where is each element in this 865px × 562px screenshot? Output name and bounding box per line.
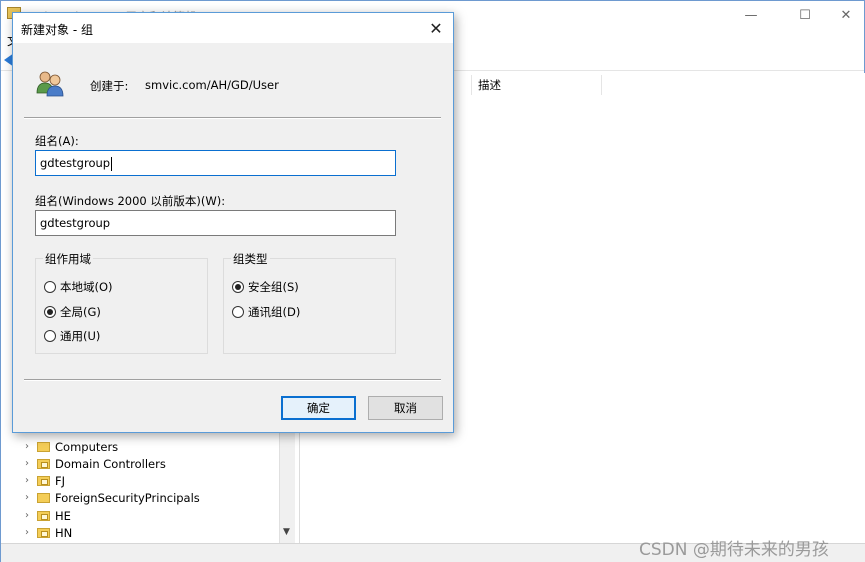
expand-chevron-icon[interactable]: › bbox=[25, 510, 37, 521]
expand-chevron-icon[interactable]: › bbox=[25, 527, 37, 538]
maximize-button[interactable]: ☐ bbox=[782, 1, 828, 29]
new-group-dialog: 新建对象 - 组 ✕ 创建于: smvic.com/AH/GD/User 组名(… bbox=[12, 12, 454, 433]
ou-folder-icon bbox=[37, 475, 50, 486]
tree-item-hn[interactable]: › HN bbox=[25, 524, 72, 541]
users-group-icon bbox=[36, 71, 64, 97]
group-type-box: 组类型 安全组(S) 通讯组(D) bbox=[223, 251, 396, 354]
tree-item-label: HN bbox=[55, 525, 73, 540]
created-in-value: smvic.com/AH/GD/User bbox=[145, 78, 279, 92]
tree-item-foreign-security-principals[interactable]: › ForeignSecurityPrincipals bbox=[25, 489, 200, 506]
cancel-button[interactable]: 取消 bbox=[368, 396, 443, 420]
radio-button[interactable] bbox=[44, 281, 56, 293]
folder-icon bbox=[37, 492, 50, 503]
tree-item-label: ForeignSecurityPrincipals bbox=[55, 490, 200, 505]
ou-folder-icon bbox=[37, 510, 50, 521]
watermark: CSDN @期待未来的男孩 bbox=[639, 540, 829, 560]
tree-item-domain-controllers[interactable]: › Domain Controllers bbox=[25, 455, 166, 472]
tree-item-label: Domain Controllers bbox=[55, 456, 166, 471]
group-scope-title: 组作用域 bbox=[43, 251, 93, 267]
ou-folder-icon bbox=[37, 458, 50, 469]
radio-button[interactable] bbox=[232, 281, 244, 293]
separator bbox=[24, 117, 441, 119]
radio-label: 安全组(S) bbox=[248, 280, 299, 294]
group-type-title: 组类型 bbox=[231, 251, 270, 267]
group-name-pre2000-label: 组名(Windows 2000 以前版本)(W): bbox=[35, 194, 226, 208]
scope-universal-radio[interactable]: 通用(U) bbox=[44, 328, 100, 344]
created-in-label: 创建于: bbox=[90, 79, 129, 93]
scope-domain-local-radio[interactable]: 本地域(O) bbox=[44, 279, 113, 295]
group-scope-box: 组作用域 本地域(O) 全局(G) 通用(U) bbox=[35, 251, 208, 354]
tree-item-label: Computers bbox=[55, 439, 119, 454]
radio-label: 全局(G) bbox=[60, 305, 101, 319]
text-caret bbox=[111, 156, 113, 171]
group-name-value: gdtestgroup bbox=[40, 156, 111, 170]
dialog-title: 新建对象 - 组 bbox=[21, 23, 93, 37]
dialog-titlebar: 新建对象 - 组 ✕ bbox=[13, 13, 453, 43]
expand-chevron-icon[interactable]: › bbox=[25, 441, 37, 452]
type-security-radio[interactable]: 安全组(S) bbox=[232, 279, 299, 295]
ou-folder-icon bbox=[37, 527, 50, 538]
radio-label: 本地域(O) bbox=[60, 280, 113, 294]
scroll-down-icon[interactable]: ▼ bbox=[283, 527, 290, 537]
column-header-description[interactable]: 描述 bbox=[471, 75, 602, 95]
separator bbox=[24, 379, 441, 381]
folder-icon bbox=[37, 441, 50, 452]
minimize-button[interactable]: — bbox=[728, 1, 774, 29]
group-name-pre2000-input[interactable]: gdtestgroup bbox=[35, 210, 396, 236]
expand-chevron-icon[interactable]: › bbox=[25, 458, 37, 469]
tree-item-fj[interactable]: › FJ bbox=[25, 472, 65, 489]
expand-chevron-icon[interactable]: › bbox=[25, 475, 37, 486]
close-window-button[interactable]: ✕ bbox=[826, 1, 865, 29]
group-name-input[interactable]: gdtestgroup bbox=[35, 150, 396, 176]
tree-item-computers[interactable]: › Computers bbox=[25, 438, 118, 455]
expand-chevron-icon[interactable]: › bbox=[25, 492, 37, 503]
group-name-pre2000-value: gdtestgroup bbox=[40, 216, 111, 230]
radio-button[interactable] bbox=[232, 306, 244, 318]
tree-item-he[interactable]: › HE bbox=[25, 507, 71, 524]
radio-button[interactable] bbox=[44, 306, 56, 318]
tree-item-label: FJ bbox=[55, 473, 66, 488]
tree-item-label: HE bbox=[55, 508, 71, 523]
dialog-close-icon[interactable]: ✕ bbox=[419, 13, 453, 43]
ok-button[interactable]: 确定 bbox=[281, 396, 356, 420]
type-distribution-radio[interactable]: 通讯组(D) bbox=[232, 304, 300, 320]
group-name-label: 组名(A): bbox=[35, 134, 79, 148]
scope-global-radio[interactable]: 全局(G) bbox=[44, 304, 101, 320]
radio-label: 通用(U) bbox=[60, 329, 101, 343]
radio-button[interactable] bbox=[44, 330, 56, 342]
radio-label: 通讯组(D) bbox=[248, 305, 301, 319]
